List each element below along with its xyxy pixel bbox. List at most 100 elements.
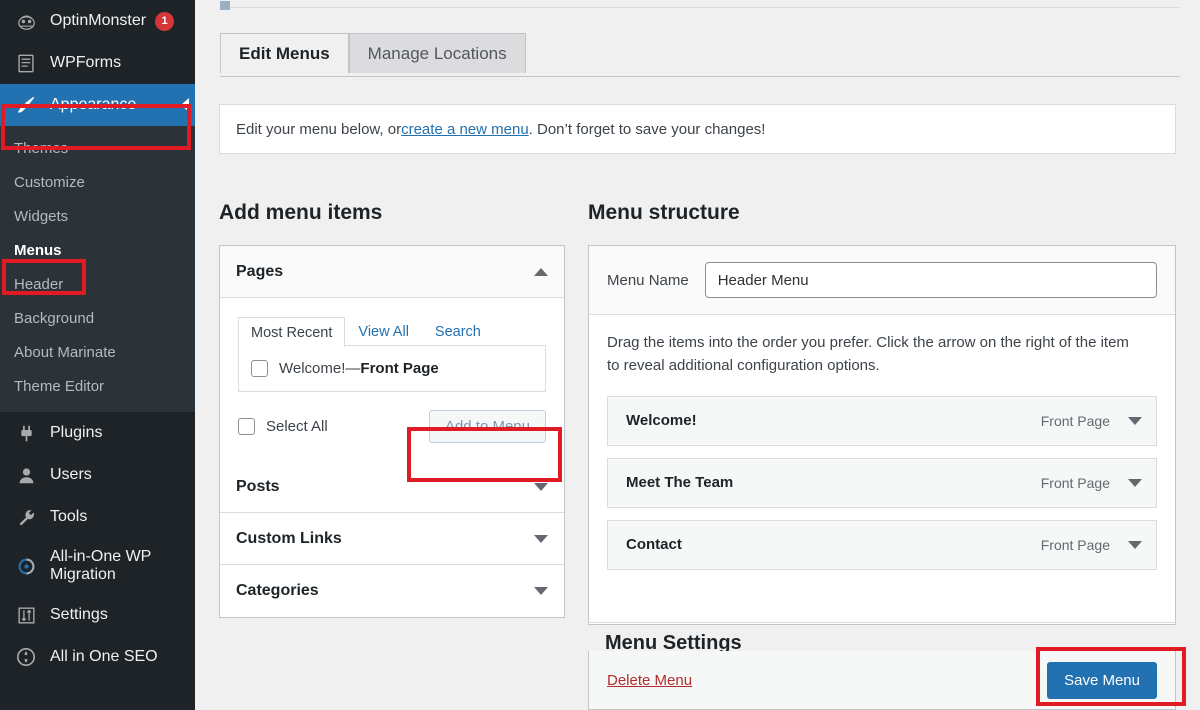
optinmonster-icon: [14, 10, 38, 32]
sidebar-item-appearance[interactable]: Appearance: [0, 84, 195, 126]
sidebar-item-wpforms[interactable]: WPForms: [0, 42, 195, 84]
sliders-icon: [14, 604, 38, 626]
sidebar-item-label: Users: [50, 466, 92, 483]
sidebar-item-label: Settings: [50, 606, 108, 623]
pages-footer: Select All Add to Menu: [238, 392, 546, 461]
menu-tabs: Edit Menus Manage Locations: [220, 33, 526, 74]
accordion-categories-header[interactable]: Categories: [220, 565, 564, 617]
table-row[interactable]: Meet The Team Front Page: [607, 457, 1157, 508]
admin-sidebar: OptinMonster 1 WPForms Appearance Themes…: [0, 0, 195, 710]
add-to-menu-button[interactable]: Add to Menu: [428, 410, 546, 443]
sidebar-subitem-background[interactable]: Background: [0, 302, 195, 336]
menu-notice: Edit your menu below, or create a new me…: [219, 104, 1176, 154]
caret-down-icon[interactable]: [1128, 416, 1142, 425]
page-separator: —: [345, 360, 361, 377]
tab-manage-locations[interactable]: Manage Locations: [348, 33, 526, 74]
caret-down-icon[interactable]: [1128, 540, 1142, 549]
top-divider: [220, 7, 1180, 8]
minitab-search[interactable]: Search: [422, 316, 494, 346]
table-row[interactable]: Contact Front Page: [607, 519, 1157, 570]
sidebar-item-settings[interactable]: Settings: [0, 594, 195, 636]
save-menu-button[interactable]: Save Menu: [1047, 661, 1157, 699]
accordion-posts-header[interactable]: Posts: [220, 461, 564, 513]
update-count-badge: 1: [155, 11, 175, 31]
caret-down-icon[interactable]: [1128, 478, 1142, 487]
sidebar-subitem-theme-editor[interactable]: Theme Editor: [0, 370, 195, 404]
sidebar-subitem-widgets[interactable]: Widgets: [0, 200, 195, 234]
user-icon: [14, 464, 38, 486]
wrench-icon: [14, 506, 38, 528]
tab-underline: [220, 76, 1180, 77]
list-item[interactable]: Welcome! — Front Page: [251, 360, 533, 377]
sidebar-subitem-customize[interactable]: Customize: [0, 166, 195, 200]
sidebar-subitem-themes[interactable]: Themes: [0, 132, 195, 166]
menu-name-input[interactable]: [704, 262, 1157, 298]
table-row[interactable]: Welcome! Front Page: [607, 395, 1157, 446]
menu-item-title: Welcome!: [626, 412, 697, 429]
sidebar-item-label: All in One SEO: [50, 648, 158, 665]
add-menu-items-panel: Pages Most Recent View All Search Welcom…: [219, 245, 565, 618]
select-all-checkbox[interactable]: [238, 418, 255, 435]
sidebar-subitem-about-marinate[interactable]: About Marinate: [0, 336, 195, 370]
page-label: Welcome!: [279, 360, 346, 377]
menu-structure-heading: Menu structure: [588, 201, 740, 224]
accordion-custom-links-header[interactable]: Custom Links: [220, 513, 564, 565]
sidebar-item-label: All-in-One WP Migration: [50, 547, 152, 583]
minitab-most-recent[interactable]: Most Recent: [238, 317, 346, 347]
accordion-title: Categories: [236, 582, 319, 599]
page-suffix: Front Page: [360, 360, 439, 377]
caret-down-icon[interactable]: [534, 534, 548, 543]
accordion-pages-header[interactable]: Pages: [220, 246, 564, 298]
sidebar-item-label: Tools: [50, 508, 88, 525]
delete-menu-link[interactable]: Delete Menu: [607, 672, 692, 689]
accordion-title: Custom Links: [236, 529, 342, 547]
create-a-new-menu-link[interactable]: create a new menu: [401, 121, 529, 138]
menu-item-type: Front Page: [1040, 474, 1110, 491]
sidebar-subitem-menus[interactable]: Menus: [0, 234, 195, 268]
select-all-row[interactable]: Select All: [238, 418, 328, 435]
paintbrush-icon: [14, 94, 38, 116]
sidebar-item-plugins[interactable]: Plugins: [0, 412, 195, 454]
notice-text-after: . Don’t forget to save your changes!: [528, 120, 766, 138]
caret-up-icon[interactable]: [534, 267, 548, 276]
drag-help-text: Drag the items into the order you prefer…: [607, 334, 1129, 375]
sidebar-item-all-in-one-wp-migration[interactable]: All-in-One WP Migration: [0, 538, 195, 594]
sidebar-item-optinmonster[interactable]: OptinMonster 1: [0, 0, 195, 42]
sidebar-item-users[interactable]: Users: [0, 454, 195, 496]
plug-icon: [14, 422, 38, 444]
wpforms-icon: [14, 52, 38, 74]
caret-down-icon[interactable]: [534, 482, 548, 491]
menu-item-title: Contact: [626, 536, 682, 553]
sidebar-item-tools[interactable]: Tools: [0, 496, 195, 538]
pages-minitabs: Most Recent View All Search: [238, 316, 546, 347]
sidebar-item-label: Plugins: [50, 424, 103, 441]
tab-edit-menus[interactable]: Edit Menus: [220, 33, 349, 74]
accordion-pages-body: Most Recent View All Search Welcome! — F…: [220, 298, 564, 461]
wordpress-admin-screen: OptinMonster 1 WPForms Appearance Themes…: [0, 0, 1200, 710]
sidebar-item-all-in-one-seo[interactable]: All in One SEO: [0, 636, 195, 678]
page-checkbox[interactable]: [251, 360, 268, 377]
menu-item-title: Meet The Team: [626, 474, 734, 491]
aioseo-icon: [14, 646, 38, 668]
caret-down-icon[interactable]: [534, 587, 548, 595]
minitab-view-all[interactable]: View All: [345, 316, 422, 346]
page-marker: [220, 1, 230, 10]
sidebar-item-label: WPForms: [50, 54, 122, 71]
appearance-submenu: Themes Customize Widgets Menus Header Ba…: [0, 126, 195, 412]
migration-icon: [14, 555, 38, 577]
sidebar-subitem-header[interactable]: Header: [0, 268, 195, 302]
accordion-title: Pages: [236, 262, 284, 280]
add-menu-items-heading: Add menu items: [219, 201, 383, 224]
menu-actions-bar: Delete Menu Save Menu: [588, 651, 1176, 710]
menu-structure-panel: Menu Name Drag the items into the order …: [588, 245, 1176, 625]
sidebar-item-label: OptinMonster: [50, 12, 147, 29]
select-all-label: Select All: [266, 418, 328, 435]
notice-text-before: Edit your menu below, or: [236, 120, 402, 138]
menu-item-type: Front Page: [1040, 412, 1110, 429]
menu-structure-body: Drag the items into the order you prefer…: [589, 315, 1175, 570]
menu-item-type: Front Page: [1040, 536, 1110, 553]
menu-name-label: Menu Name: [607, 271, 689, 289]
accordion-title: Posts: [236, 477, 280, 495]
sidebar-item-label: Appearance: [50, 96, 137, 113]
chevron-left-icon: [181, 98, 189, 112]
